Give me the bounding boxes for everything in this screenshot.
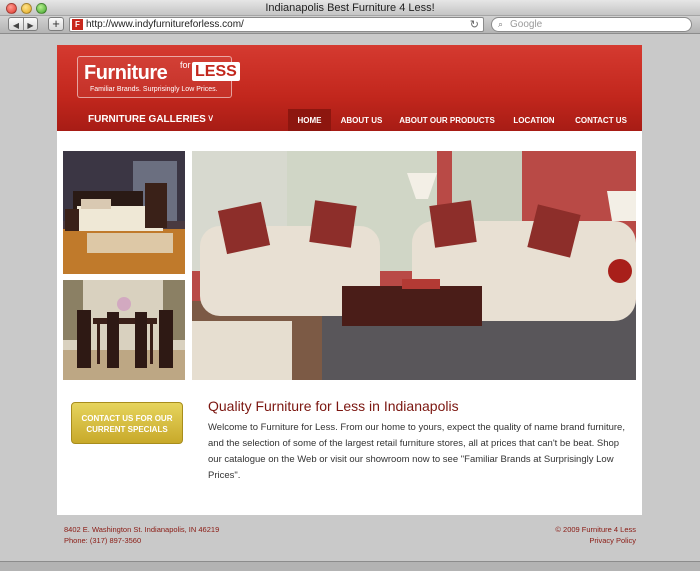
footer-phone: Phone: (317) 897-3560 [64,536,142,545]
site-favicon-icon: F [72,19,83,30]
footer-contact: 8402 E. Washington St. Indianapolis, IN … [64,524,219,546]
contact-specials-button[interactable]: CONTACT US FOR OUR CURRENT SPECIALS [71,402,183,444]
logo-less: LESS [192,62,240,81]
footer-legal: © 2009 Furniture 4 Less Privacy Policy [555,524,636,546]
bedroom-photo[interactable] [63,151,185,274]
horizontal-scrollbar[interactable] [0,561,700,571]
dining-room-photo[interactable] [63,280,185,380]
footer-copyright: © 2009 Furniture 4 Less [555,525,636,534]
search-icon: ⌕ [498,19,504,29]
nav-about-our-products[interactable]: ABOUT OUR PRODUCTS [397,109,497,131]
logo-for: for [180,60,191,70]
privacy-policy-link[interactable]: Privacy Policy [555,535,636,546]
living-room-hero-photo [192,151,636,380]
forward-button[interactable]: ▶ [23,18,37,30]
window-titlebar: Indianapolis Best Furniture 4 Less! [0,0,700,16]
logo-wordmark: Furniture [84,62,168,84]
url-text[interactable]: http://www.indyfurnitureforless.com/ [86,19,244,30]
address-bar[interactable]: F http://www.indyfurnitureforless.com/ ↻ [69,17,484,32]
search-placeholder[interactable]: Google [510,19,542,30]
cta-line-2: CURRENT SPECIALS [86,425,168,434]
footer-address: 8402 E. Washington St. Indianapolis, IN … [64,525,220,534]
chevron-down-icon[interactable]: ∨ [207,113,214,124]
forward-arrow-icon: ▶ [27,20,34,30]
cta-line-1: CONTACT US FOR OUR [81,414,173,423]
browser-toolbar: ◀ ▶ + F http://www.indyfurnitureforless.… [0,16,700,34]
logo-tagline: Familiar Brands. Surprisingly Low Prices… [90,86,218,93]
welcome-paragraph: Welcome to Furniture for Less. From our … [208,422,625,481]
add-bookmark-button[interactable]: + [48,17,64,31]
back-arrow-icon: ◀ [12,20,20,30]
nav-about-us[interactable]: ABOUT US [335,109,388,131]
nav-location[interactable]: LOCATION [506,109,562,131]
history-buttons: ◀ ▶ [8,17,38,31]
nav-contact-us[interactable]: CONTACT US [569,109,633,131]
search-field[interactable]: ⌕ Google [491,17,692,32]
furniture-galleries-menu[interactable]: FURNITURE GALLERIES [88,114,206,125]
nav-home[interactable]: HOME [288,109,331,131]
site-header: Furniture for LESS Familiar Brands. Surp… [57,45,642,131]
page-title: Quality Furniture for Less in Indianapol… [208,398,459,414]
page-container: Furniture for LESS Familiar Brands. Surp… [57,45,642,515]
site-logo[interactable]: Furniture for LESS Familiar Brands. Surp… [77,56,240,98]
reload-icon[interactable]: ↻ [470,18,479,31]
window-title: Indianapolis Best Furniture 4 Less! [265,2,435,14]
back-button[interactable]: ◀ [9,18,23,30]
